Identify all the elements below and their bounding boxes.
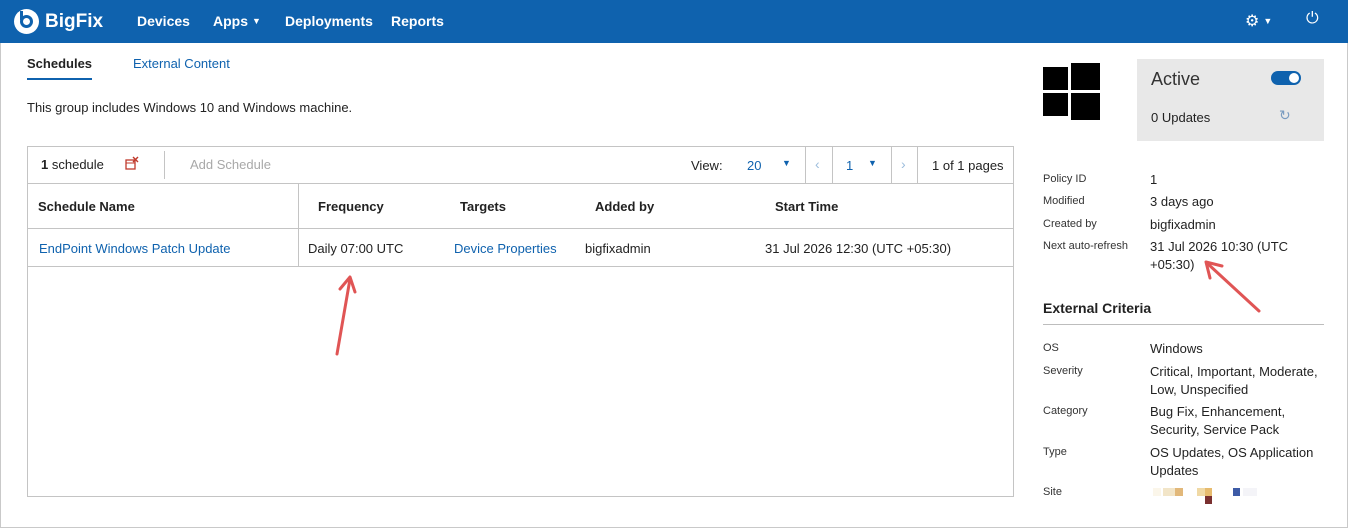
type-value: OS Updates, OS Application Updates [1150, 445, 1314, 478]
pager-divider [832, 147, 833, 183]
page-count: 1 of 1 pages [932, 158, 1004, 173]
nav-apps[interactable]: Apps ▼ [213, 13, 261, 29]
site-label: Site [1043, 486, 1062, 498]
tab-schedules[interactable]: Schedules [27, 56, 93, 80]
modified-value: 3 days ago [1150, 194, 1214, 209]
schedule-targets-link[interactable]: Device Properties [454, 241, 557, 256]
next-auto-refresh-value: 31 Jul 2026 10:30 (UTC +05:30) [1150, 239, 1289, 272]
created-by-label: Created by [1043, 218, 1097, 230]
schedule-frequency: Daily 07:00 UTC [308, 241, 404, 256]
pager-divider [917, 147, 918, 183]
windows-logo-icon [1043, 63, 1100, 120]
severity-label: Severity [1043, 365, 1083, 377]
brand-name: BigFix [45, 10, 104, 32]
schedule-added-by: bigfixadmin [585, 241, 651, 256]
schedules-panel: 1 schedule Add Schedule View: 20 ▼ ‹ 1 ▼… [27, 146, 1014, 497]
active-toggle[interactable] [1271, 71, 1301, 85]
schedule-start-time: 31 Jul 2026 12:30 (UTC +05:30) [765, 241, 952, 256]
nav-devices[interactable]: Devices [137, 13, 190, 29]
table-header-row: Schedule Name Frequency Targets Added by… [28, 184, 1013, 229]
type-label: Type [1043, 446, 1067, 458]
chevron-down-icon: ▼ [1263, 16, 1273, 26]
policy-id-value: 1 [1150, 172, 1158, 187]
severity-value: Critical, Important, Moderate, Low, Unsp… [1150, 364, 1318, 397]
status-label: Active [1151, 69, 1201, 89]
schedule-name-link[interactable]: EndPoint Windows Patch Update [39, 241, 231, 256]
chevron-down-icon[interactable]: ▼ [782, 158, 791, 168]
policy-id-label: Policy ID [1043, 173, 1087, 185]
previous-page-icon[interactable]: ‹ [815, 156, 820, 172]
schedule-count-number: 1 [41, 157, 49, 172]
bigfix-logo-icon [14, 9, 39, 34]
page-size-select[interactable]: 20 [747, 158, 761, 173]
table-row[interactable]: EndPoint Windows Patch Update Daily 07:0… [28, 229, 1013, 267]
section-divider [1043, 324, 1324, 325]
pager-divider [805, 147, 806, 183]
schedule-count: 1 schedule [41, 157, 104, 172]
site-value-redacted [1153, 488, 1273, 504]
toolbar-divider [164, 151, 165, 179]
power-icon[interactable]: ⏻ [1306, 10, 1319, 28]
modified-label: Modified [1043, 195, 1085, 207]
pager-divider [891, 147, 892, 183]
category-value: Bug Fix, Enhancement, Security, Service … [1150, 404, 1286, 437]
next-page-icon[interactable]: › [901, 156, 906, 172]
group-description: This group includes Windows 10 and Windo… [27, 100, 353, 115]
status-card: Active 0 Updates ↻ [1137, 59, 1324, 141]
column-header-frequency[interactable]: Frequency [318, 199, 384, 214]
nav-reports[interactable]: Reports [391, 13, 444, 29]
column-header-schedule-name[interactable]: Schedule Name [38, 199, 135, 214]
chevron-down-icon[interactable]: ▼ [868, 158, 877, 168]
os-label: OS [1043, 342, 1059, 354]
add-schedule-button[interactable]: Add Schedule [190, 157, 271, 172]
settings-gear-icon[interactable]: ⚙ ▼ [1245, 11, 1272, 31]
chevron-down-icon: ▼ [252, 16, 261, 26]
created-by-value: bigfixadmin [1150, 217, 1216, 232]
schedule-count-label: schedule [51, 157, 104, 172]
page-number-select[interactable]: 1 [846, 158, 853, 173]
category-label: Category [1043, 405, 1088, 417]
column-header-targets[interactable]: Targets [460, 199, 506, 214]
column-header-added-by[interactable]: Added by [595, 199, 654, 214]
brand[interactable]: BigFix [14, 8, 103, 35]
tab-external-content[interactable]: External Content [133, 56, 230, 71]
os-value: Windows [1150, 341, 1203, 356]
nav-apps-label: Apps [213, 13, 248, 29]
view-label: View: [691, 158, 723, 173]
external-criteria-title: External Criteria [1043, 300, 1152, 316]
refresh-icon[interactable]: ↻ [1279, 107, 1291, 124]
next-auto-refresh-label: Next auto-refresh [1043, 240, 1128, 252]
delete-schedule-icon[interactable] [125, 156, 139, 170]
nav-deployments[interactable]: Deployments [285, 13, 373, 29]
top-nav-bar: BigFix Devices Apps ▼ Deployments Reports… [0, 0, 1348, 43]
updates-count: 0 Updates [1151, 110, 1211, 125]
column-header-start-time[interactable]: Start Time [775, 199, 838, 214]
table-toolbar: 1 schedule Add Schedule View: 20 ▼ ‹ 1 ▼… [28, 147, 1013, 184]
